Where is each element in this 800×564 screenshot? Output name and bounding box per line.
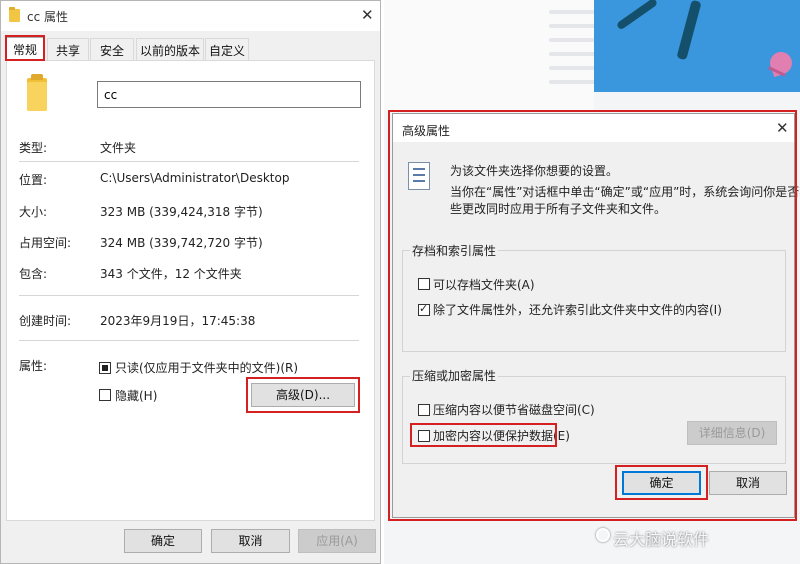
tab-customize[interactable]: 自定义 [205, 38, 249, 60]
advanced-dialog-highlight [388, 110, 797, 521]
location-value: C:\Users\Administrator\Desktop [100, 171, 290, 185]
ok-button[interactable]: 确定 [124, 529, 202, 553]
type-label: 类型: [19, 141, 48, 155]
apply-button[interactable]: 应用(A) [298, 529, 376, 553]
divider [19, 161, 359, 162]
size-label: 大小: [19, 205, 48, 219]
created-label: 创建时间: [19, 314, 72, 328]
watermark: 云大脑说软件 [613, 530, 710, 549]
close-icon[interactable]: ✕ [361, 8, 374, 23]
general-tab-panel [6, 60, 375, 521]
created-value: 2023年9月19日，17:45:38 [100, 314, 256, 328]
disk-size-value: 324 MB (339,742,720 字节) [100, 236, 263, 250]
readonly-checkbox[interactable] [99, 362, 111, 374]
attributes-label: 属性: [19, 359, 48, 373]
location-label: 位置: [19, 173, 48, 187]
properties-title: cc 属性 [27, 10, 69, 24]
properties-dialog: cc 属性 ✕ 常规 共享 安全 以前的版本 自定义 类型: 文件夹 位置: C… [0, 0, 381, 564]
folder-name-input[interactable] [97, 81, 361, 108]
disk-size-label: 占用空间: [19, 236, 72, 250]
readonly-label: 只读(仅应用于文件夹中的文件)(R) [115, 361, 299, 375]
tab-previous-versions[interactable]: 以前的版本 [136, 38, 204, 60]
hidden-checkbox[interactable] [99, 389, 111, 401]
folder-large-icon [27, 74, 47, 111]
divider [19, 340, 359, 341]
size-value: 323 MB (339,424,318 字节) [100, 205, 263, 219]
tab-security[interactable]: 安全 [90, 38, 134, 60]
hidden-label: 隐藏(H) [115, 389, 158, 403]
background-illustration [594, 0, 800, 92]
divider [19, 295, 359, 296]
watermark-logo-icon [596, 528, 610, 542]
contains-label: 包含: [19, 267, 48, 281]
properties-titlebar: cc 属性 ✕ [1, 1, 380, 31]
cancel-button[interactable]: 取消 [211, 529, 290, 553]
tab-sharing[interactable]: 共享 [47, 38, 89, 60]
general-tab-highlight [5, 35, 45, 61]
advanced-button-highlight [246, 377, 360, 413]
contains-value: 343 个文件，12 个文件夹 [100, 267, 242, 281]
folder-icon [9, 7, 20, 22]
type-value: 文件夹 [100, 141, 137, 155]
